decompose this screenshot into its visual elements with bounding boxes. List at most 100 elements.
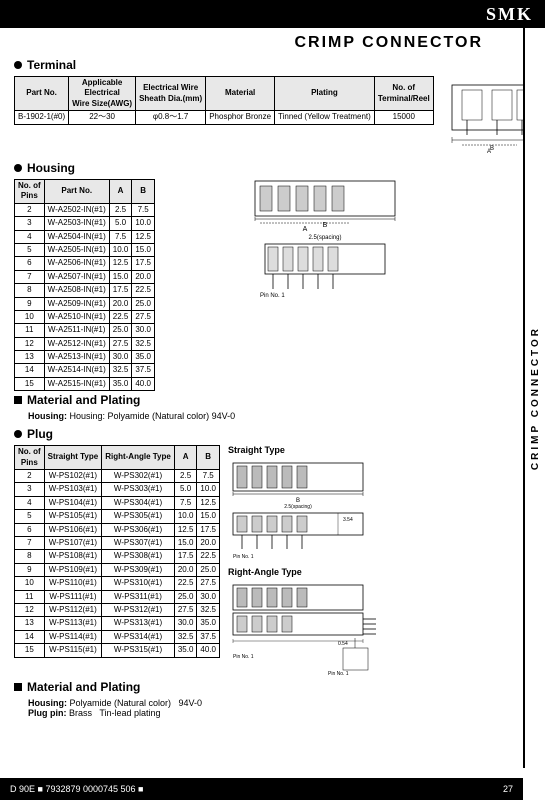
housing-cell: 13 bbox=[15, 351, 45, 364]
housing-cell: 5 bbox=[15, 243, 45, 256]
terminal-cell: B-1902-1(#0) bbox=[15, 111, 69, 124]
plug-cell: 35.0 bbox=[174, 644, 197, 657]
plug-row: 10W-PS110(#1)W-PS310(#1)22.527.5 bbox=[15, 577, 220, 590]
plug-cell: W-PS107(#1) bbox=[44, 536, 102, 549]
housing-table-wrap: No. ofPins Part No. A B 2W-A2502-IN(#1)2… bbox=[14, 179, 155, 391]
top-bar: SMK bbox=[0, 0, 545, 28]
plug-cell: W-PS105(#1) bbox=[44, 510, 102, 523]
right-sidebar: CRIMP CONNECTOR bbox=[523, 28, 545, 768]
plug-cell: 32.5 bbox=[174, 630, 197, 643]
footer: D 90E ■ 7932879 0000745 506 ■ 27 bbox=[0, 778, 523, 800]
plug-cell: 13 bbox=[15, 617, 45, 630]
terminal-table: Part No. ApplicableElectricalWire Size(A… bbox=[14, 76, 434, 125]
plug-row: 8W-PS108(#1)W-PS308(#1)17.522.5 bbox=[15, 550, 220, 563]
plug-cell: 40.0 bbox=[197, 644, 220, 657]
plug-cell: 37.5 bbox=[197, 630, 220, 643]
housing-cell: W-A2513-IN(#1) bbox=[44, 351, 109, 364]
housing-cell: 15.0 bbox=[132, 243, 155, 256]
plug-cell: W-PS309(#1) bbox=[102, 563, 175, 576]
terminal-col-plating: Plating bbox=[275, 77, 375, 111]
svg-text:Pin No. 1: Pin No. 1 bbox=[233, 554, 254, 560]
sidebar-label: CRIMP CONNECTOR bbox=[530, 326, 541, 470]
plug-cell: W-PS115(#1) bbox=[44, 644, 102, 657]
housing-col-a: A bbox=[109, 180, 132, 204]
plug-material-note-2: Plug pin: Brass Tin-lead plating bbox=[28, 708, 493, 718]
housing-material-section: Housing: Housing: Polyamide (Natural col… bbox=[14, 411, 493, 421]
housing-row: 7W-A2507-IN(#1)15.020.0 bbox=[15, 270, 155, 283]
housing-cell: 35.0 bbox=[109, 377, 132, 390]
terminal-cell: Phosphor Bronze bbox=[206, 111, 275, 124]
plug-row: 5W-PS105(#1)W-PS305(#1)10.015.0 bbox=[15, 510, 220, 523]
plug-cell: 35.0 bbox=[197, 617, 220, 630]
plug-row: 15W-PS115(#1)W-PS315(#1)35.040.0 bbox=[15, 644, 220, 657]
housing-table: No. ofPins Part No. A B 2W-A2502-IN(#1)2… bbox=[14, 179, 155, 391]
plug-cell: 9 bbox=[15, 563, 45, 576]
plug-cell: 11 bbox=[15, 590, 45, 603]
housing-cell: W-A2506-IN(#1) bbox=[44, 257, 109, 270]
housing-row: 14W-A2514-IN(#1)32.537.5 bbox=[15, 364, 155, 377]
housing-material-note: Housing: Housing: Polyamide (Natural col… bbox=[28, 411, 493, 421]
housing-cell: 14 bbox=[15, 364, 45, 377]
plug-row: 4W-PS104(#1)W-PS304(#1)7.512.5 bbox=[15, 496, 220, 509]
plug-cell: 15 bbox=[15, 644, 45, 657]
plug-cell: 27.5 bbox=[174, 603, 197, 616]
housing-cell: 32.5 bbox=[132, 337, 155, 350]
housing-row: 10W-A2510-IN(#1)22.527.5 bbox=[15, 310, 155, 323]
plug-cell: W-PS315(#1) bbox=[102, 644, 175, 657]
plug-cell: W-PS104(#1) bbox=[44, 496, 102, 509]
plug-cell: W-PS106(#1) bbox=[44, 523, 102, 536]
terminal-col-material: Material bbox=[206, 77, 275, 111]
housing-cell: 22.5 bbox=[132, 284, 155, 297]
housing-cell: W-A2503-IN(#1) bbox=[44, 217, 109, 230]
terminal-table-wrap: Part No. ApplicableElectricalWire Size(A… bbox=[14, 76, 434, 125]
housing-cell: 20.0 bbox=[132, 270, 155, 283]
housing-cell: W-A2515-IN(#1) bbox=[44, 377, 109, 390]
svg-text:0.54: 0.54 bbox=[338, 641, 348, 647]
plug-row: 11W-PS111(#1)W-PS311(#1)25.030.0 bbox=[15, 590, 220, 603]
housing-cell: W-A2512-IN(#1) bbox=[44, 337, 109, 350]
plug-col-b: B bbox=[197, 446, 220, 470]
housing-cell: 40.0 bbox=[132, 377, 155, 390]
housing-row: 6W-A2506-IN(#1)12.517.5 bbox=[15, 257, 155, 270]
housing-label: Housing bbox=[27, 161, 75, 175]
plug-col-rightangle: Right-Angle Type bbox=[102, 446, 175, 470]
housing-col-pins: No. ofPins bbox=[15, 180, 45, 204]
plug-cell: 7.5 bbox=[174, 496, 197, 509]
plug-cell: W-PS304(#1) bbox=[102, 496, 175, 509]
housing-cell: 3 bbox=[15, 217, 45, 230]
housing-cell: 12.5 bbox=[132, 230, 155, 243]
plug-col-pins: No. ofPins bbox=[15, 446, 45, 470]
housing-col-partno: Part No. bbox=[44, 180, 109, 204]
plug-cell: 32.5 bbox=[197, 603, 220, 616]
plug-row: 12W-PS112(#1)W-PS312(#1)27.532.5 bbox=[15, 603, 220, 616]
housing-cell: W-A2514-IN(#1) bbox=[44, 364, 109, 377]
housing-row: 5W-A2505-IN(#1)10.015.0 bbox=[15, 243, 155, 256]
plug-cell: 27.5 bbox=[197, 577, 220, 590]
plug-cell: W-PS311(#1) bbox=[102, 590, 175, 603]
footer-left: D 90E ■ 7932879 0000745 506 ■ bbox=[10, 784, 143, 794]
housing-cell: W-A2502-IN(#1) bbox=[44, 203, 109, 216]
terminal-label: Terminal bbox=[27, 58, 76, 72]
terminal-cell: Tinned (Yellow Treatment) bbox=[275, 111, 375, 124]
plug-cell: W-PS103(#1) bbox=[44, 483, 102, 496]
housing-section-header: Housing bbox=[14, 161, 493, 175]
housing-cell: 12.5 bbox=[109, 257, 132, 270]
svg-text:A: A bbox=[303, 226, 308, 233]
terminal-row: B-1902-1(#0)22～30φ0.8～1.7Phosphor Bronze… bbox=[15, 111, 434, 124]
plug-cell: W-PS313(#1) bbox=[102, 617, 175, 630]
plug-cell: W-PS109(#1) bbox=[44, 563, 102, 576]
housing-cell: 7 bbox=[15, 270, 45, 283]
housing-cell: 27.5 bbox=[132, 310, 155, 323]
housing-cell: 20.0 bbox=[109, 297, 132, 310]
housing-cell: 7.5 bbox=[132, 203, 155, 216]
housing-cell: 27.5 bbox=[109, 337, 132, 350]
svg-text:3.54: 3.54 bbox=[343, 517, 353, 523]
plug-cell: 15.0 bbox=[174, 536, 197, 549]
housing-cell: 15 bbox=[15, 377, 45, 390]
plug-col-a: A bbox=[174, 446, 197, 470]
housing-cell: W-A2511-IN(#1) bbox=[44, 324, 109, 337]
housing-cell: 4 bbox=[15, 230, 45, 243]
plug-cell: 7.5 bbox=[197, 470, 220, 483]
plug-cell: 12.5 bbox=[197, 496, 220, 509]
housing-row: 12W-A2512-IN(#1)27.532.5 bbox=[15, 337, 155, 350]
